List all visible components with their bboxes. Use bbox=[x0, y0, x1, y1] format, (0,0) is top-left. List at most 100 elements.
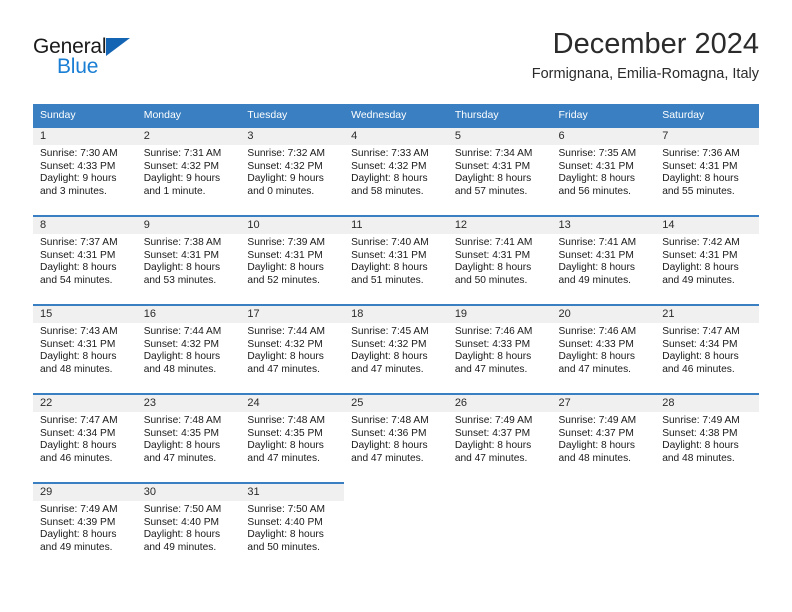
daylight-text: Daylight: 8 hours and 49 minutes. bbox=[143, 529, 221, 553]
title-block: December 2024 Formignana, Emilia-Romagna… bbox=[532, 28, 759, 84]
day-details: Sunrise: 7:39 AM Sunset: 4:31 PM Daylight:… bbox=[240, 234, 344, 287]
calendar-day-cell[interactable]: 16 Sunrise: 7:44 AM Sunset: 4:32 PM Dayligh… bbox=[136, 304, 241, 394]
sunrise-text: Sunrise: 7:40 AM bbox=[351, 237, 429, 248]
sunrise-text: Sunrise: 7:43 AM bbox=[40, 326, 118, 337]
calendar-day-cell[interactable]: 25 Sunrise: 7:48 AM Sunset: 4:36 PM Dayligh… bbox=[344, 393, 448, 483]
sunrise-text: Sunrise: 7:50 AM bbox=[247, 504, 325, 515]
day-details: Sunrise: 7:42 AM Sunset: 4:31 PM Daylight:… bbox=[655, 234, 759, 287]
calendar-day-cell[interactable]: 28 Sunrise: 7:49 AM Sunset: 4:38 PM Dayligh… bbox=[655, 393, 759, 483]
day-number: 27 bbox=[551, 395, 656, 412]
day-details: Sunrise: 7:44 AM Sunset: 4:32 PM Daylight:… bbox=[137, 323, 241, 376]
calendar-day-cell[interactable]: 17 Sunrise: 7:44 AM Sunset: 4:32 PM Dayligh… bbox=[240, 304, 345, 394]
calendar-day-cell[interactable]: 8 Sunrise: 7:37 AM Sunset: 4:31 PM Daylight… bbox=[33, 215, 137, 305]
daylight-text: Daylight: 8 hours and 53 minutes. bbox=[143, 262, 221, 286]
calendar-day-cell[interactable]: 21 Sunrise: 7:47 AM Sunset: 4:34 PM Dayligh… bbox=[655, 304, 759, 394]
calendar-day-cell[interactable]: 26 Sunrise: 7:49 AM Sunset: 4:37 PM Dayligh… bbox=[447, 393, 552, 483]
daylight-text: Daylight: 8 hours and 48 minutes. bbox=[40, 351, 117, 375]
calendar-day-cell[interactable]: 10 Sunrise: 7:39 AM Sunset: 4:31 PM Dayligh… bbox=[240, 215, 345, 305]
day-details: Sunrise: 7:37 AM Sunset: 4:31 PM Daylight:… bbox=[33, 234, 137, 287]
calendar-day-cell[interactable]: 18 Sunrise: 7:45 AM Sunset: 4:32 PM Dayligh… bbox=[344, 304, 448, 394]
sunrise-text: Sunrise: 7:49 AM bbox=[662, 415, 740, 426]
calendar-body: 1 Sunrise: 7:30 AM Sunset: 4:33 PM Daylight… bbox=[33, 126, 759, 572]
day-number: 19 bbox=[447, 306, 552, 323]
sunset-text: Sunset: 4:39 PM bbox=[40, 516, 116, 528]
day-number: 10 bbox=[240, 217, 345, 234]
day-details: Sunrise: 7:40 AM Sunset: 4:31 PM Daylight:… bbox=[344, 234, 448, 287]
calendar-day-cell[interactable]: 30 Sunrise: 7:50 AM Sunset: 4:40 PM Dayligh… bbox=[136, 482, 241, 572]
sunrise-text: Sunrise: 7:36 AM bbox=[662, 148, 740, 159]
calendar-day-cell[interactable]: 9 Sunrise: 7:38 AM Sunset: 4:31 PM Daylight… bbox=[136, 215, 241, 305]
sunrise-text: Sunrise: 7:48 AM bbox=[247, 415, 325, 426]
sunrise-text: Sunrise: 7:44 AM bbox=[143, 326, 222, 337]
day-details: Sunrise: 7:47 AM Sunset: 4:34 PM Daylight:… bbox=[33, 412, 137, 465]
calendar-day-cell[interactable]: 2 Sunrise: 7:31 AM Sunset: 4:32 PM Daylight… bbox=[136, 126, 241, 216]
calendar-day-cell[interactable]: 6 Sunrise: 7:35 AM Sunset: 4:31 PM Daylight… bbox=[551, 126, 656, 216]
daylight-text: Daylight: 8 hours and 49 minutes. bbox=[558, 262, 635, 286]
sunrise-text: Sunrise: 7:39 AM bbox=[247, 237, 325, 248]
daylight-text: Daylight: 8 hours and 47 minutes. bbox=[454, 351, 532, 375]
sunset-text: Sunset: 4:31 PM bbox=[247, 249, 323, 261]
sunset-text: Sunset: 4:35 PM bbox=[143, 427, 220, 439]
sunset-text: Sunset: 4:40 PM bbox=[247, 516, 323, 528]
sunrise-text: Sunrise: 7:32 AM bbox=[247, 148, 325, 159]
calendar-day-cell[interactable]: 27 Sunrise: 7:49 AM Sunset: 4:37 PM Dayligh… bbox=[551, 393, 656, 483]
sunrise-text: Sunrise: 7:33 AM bbox=[351, 148, 429, 159]
calendar-day-cell[interactable]: 3 Sunrise: 7:32 AM Sunset: 4:32 PM Daylight… bbox=[240, 126, 345, 216]
daylight-text: Daylight: 9 hours and 3 minutes. bbox=[40, 173, 117, 197]
weekday-header-saturday: Saturday bbox=[655, 104, 759, 127]
sunset-text: Sunset: 4:31 PM bbox=[454, 249, 531, 261]
day-number: 25 bbox=[344, 395, 448, 412]
daylight-text: Daylight: 8 hours and 47 minutes. bbox=[247, 351, 324, 375]
sunset-text: Sunset: 4:31 PM bbox=[454, 160, 531, 172]
daylight-text: Daylight: 8 hours and 48 minutes. bbox=[662, 440, 739, 464]
calendar-day-cell[interactable]: 29 Sunrise: 7:49 AM Sunset: 4:39 PM Dayligh… bbox=[33, 482, 137, 572]
page-subtitle: Formignana, Emilia-Romagna, Italy bbox=[531, 66, 759, 83]
day-number: 7 bbox=[655, 128, 759, 145]
calendar-day-cell[interactable]: 13 Sunrise: 7:41 AM Sunset: 4:31 PM Dayligh… bbox=[551, 215, 656, 305]
weekday-header-wednesday: Wednesday bbox=[344, 104, 448, 127]
daylight-text: Daylight: 9 hours and 0 minutes. bbox=[247, 173, 324, 197]
page-header: General Blue December 2024 Formignana, E… bbox=[33, 28, 759, 98]
calendar-day-cell[interactable]: 22 Sunrise: 7:47 AM Sunset: 4:34 PM Dayligh… bbox=[33, 393, 137, 483]
calendar-day-cell[interactable]: 31 Sunrise: 7:50 AM Sunset: 4:40 PM Dayligh… bbox=[240, 482, 345, 572]
day-number: 20 bbox=[551, 306, 656, 323]
day-number: 31 bbox=[240, 484, 345, 501]
daylight-text: Daylight: 8 hours and 50 minutes. bbox=[247, 529, 324, 553]
sunrise-text: Sunrise: 7:46 AM bbox=[558, 326, 637, 337]
calendar-day-cell[interactable]: 7 Sunrise: 7:36 AM Sunset: 4:31 PM Daylight… bbox=[655, 126, 759, 216]
sunset-text: Sunset: 4:33 PM bbox=[558, 338, 634, 350]
calendar-day-cell[interactable]: 1 Sunrise: 7:30 AM Sunset: 4:33 PM Daylight… bbox=[33, 126, 137, 216]
sunset-text: Sunset: 4:32 PM bbox=[351, 338, 427, 350]
calendar-day-cell[interactable]: 4 Sunrise: 7:33 AM Sunset: 4:32 PM Daylight… bbox=[344, 126, 448, 216]
calendar-day-cell[interactable]: 23 Sunrise: 7:48 AM Sunset: 4:35 PM Dayligh… bbox=[136, 393, 241, 483]
weekday-header-sunday: Sunday bbox=[33, 104, 137, 127]
day-details: Sunrise: 7:38 AM Sunset: 4:31 PM Daylight:… bbox=[137, 234, 241, 287]
calendar-day-cell[interactable]: 14 Sunrise: 7:42 AM Sunset: 4:31 PM Dayligh… bbox=[655, 215, 759, 305]
calendar-day-cell[interactable]: 11 Sunrise: 7:40 AM Sunset: 4:31 PM Dayligh… bbox=[344, 215, 448, 305]
calendar-day-cell[interactable]: 5 Sunrise: 7:34 AM Sunset: 4:31 PM Daylight… bbox=[447, 126, 552, 216]
sunrise-text: Sunrise: 7:45 AM bbox=[351, 326, 429, 337]
sunset-text: Sunset: 4:33 PM bbox=[40, 160, 116, 172]
day-number: 15 bbox=[33, 306, 137, 323]
daylight-text: Daylight: 8 hours and 46 minutes. bbox=[40, 440, 117, 464]
calendar-day-cell[interactable]: 24 Sunrise: 7:48 AM Sunset: 4:35 PM Dayligh… bbox=[240, 393, 345, 483]
day-details: Sunrise: 7:36 AM Sunset: 4:31 PM Daylight:… bbox=[655, 145, 759, 198]
sunset-text: Sunset: 4:34 PM bbox=[662, 338, 738, 350]
sunset-text: Sunset: 4:31 PM bbox=[662, 249, 738, 261]
daylight-text: Daylight: 8 hours and 48 minutes. bbox=[143, 351, 221, 375]
sunset-text: Sunset: 4:37 PM bbox=[454, 427, 531, 439]
sunrise-text: Sunrise: 7:30 AM bbox=[40, 148, 118, 159]
generalblue-logo[interactable]: General Blue bbox=[33, 36, 213, 92]
daylight-text: Daylight: 8 hours and 51 minutes. bbox=[351, 262, 428, 286]
weekday-header-monday: Monday bbox=[136, 104, 241, 127]
sunrise-text: Sunrise: 7:41 AM bbox=[454, 237, 533, 248]
sunrise-text: Sunrise: 7:46 AM bbox=[454, 326, 533, 337]
sunset-text: Sunset: 4:32 PM bbox=[143, 338, 220, 350]
calendar-day-cell[interactable]: 15 Sunrise: 7:43 AM Sunset: 4:31 PM Dayligh… bbox=[33, 304, 137, 394]
calendar-day-cell[interactable]: 12 Sunrise: 7:41 AM Sunset: 4:31 PM Dayligh… bbox=[447, 215, 552, 305]
calendar-day-cell[interactable]: 20 Sunrise: 7:46 AM Sunset: 4:33 PM Dayligh… bbox=[551, 304, 656, 394]
day-details: Sunrise: 7:32 AM Sunset: 4:32 PM Daylight:… bbox=[240, 145, 344, 198]
sunrise-text: Sunrise: 7:44 AM bbox=[247, 326, 325, 337]
calendar-day-cell[interactable]: 19 Sunrise: 7:46 AM Sunset: 4:33 PM Dayligh… bbox=[447, 304, 552, 394]
sunset-text: Sunset: 4:32 PM bbox=[143, 160, 220, 172]
